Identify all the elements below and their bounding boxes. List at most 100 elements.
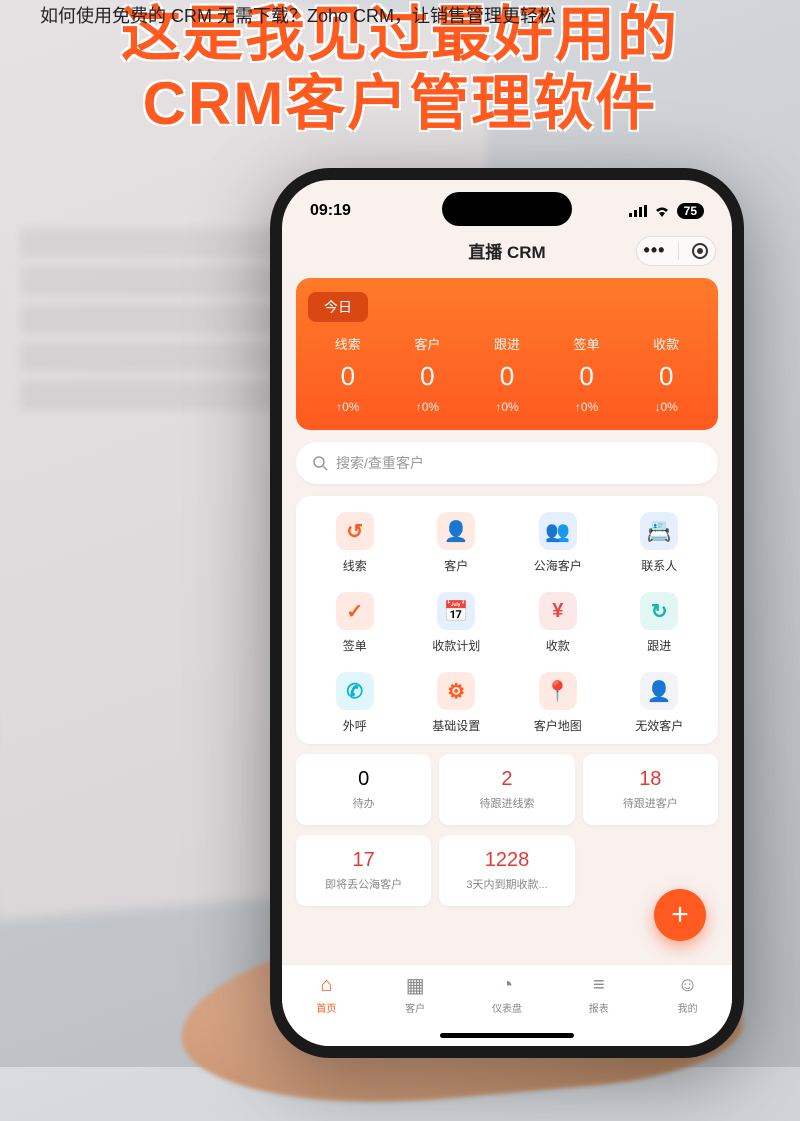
stat-column[interactable]: 签单 0 ↑0% [547,334,627,414]
home-indicator [440,1033,574,1038]
add-fab-button[interactable]: + [654,889,706,941]
feature-label: 无效客户 [635,717,683,734]
stat-label: 线索 [308,334,388,353]
feature-label: 基础设置 [432,717,480,734]
feature-icon: 📍 [539,672,577,710]
grid-item[interactable]: 👤 客户 [406,512,508,574]
feature-label: 收款计划 [432,637,480,654]
stat-label: 跟进 [467,334,547,353]
stat-value: 0 [547,361,627,392]
counter-card[interactable]: 0 待办 [296,754,431,825]
stat-column[interactable]: 线索 0 ↑0% [308,334,388,414]
grid-item[interactable]: ¥ 收款 [507,592,609,654]
grid-item[interactable]: ↺ 线索 [304,512,406,574]
stat-label: 收款 [626,334,706,353]
nav-icon: ◔ [495,973,519,997]
today-tab[interactable]: 今日 [308,292,368,322]
nav-label: 报表 [589,1000,609,1015]
app-title: 直播 CRM [468,238,545,263]
nav-icon: ≡ [587,973,611,997]
iphone-frame: 09:19 75 直播 CRM ••• 今日 线索 0 ↑0% 客户 0 ↑0%… [270,168,744,1058]
stat-value: 0 [388,361,468,392]
feature-icon: 👥 [539,512,577,550]
nav-item[interactable]: ☺ 我的 [676,973,700,1046]
search-placeholder: 搜索/查重客户 [336,453,424,473]
grid-item[interactable]: ↻ 跟进 [609,592,711,654]
counter-value: 18 [589,768,712,791]
counter-value: 17 [302,849,425,872]
counter-card[interactable]: 2 待跟进线索 [439,754,574,825]
nav-label: 仪表盘 [492,1000,522,1015]
stat-value: 0 [467,361,547,392]
nav-item[interactable]: ▦ 客户 [403,973,427,1046]
feature-icon: ✆ [336,672,374,710]
search-input[interactable]: 搜索/查重客户 [296,442,718,484]
feature-icon: ↻ [640,592,678,630]
wifi-icon [653,205,671,217]
counter-label: 即将丢公海客户 [302,876,425,892]
counter-value: 2 [445,768,568,791]
stat-value: 0 [626,361,706,392]
counter-label: 待办 [302,795,425,811]
stat-delta: ↑0% [467,400,547,414]
miniprogram-capsule[interactable]: ••• [636,236,716,266]
feature-label: 外呼 [343,717,367,734]
search-icon [312,455,328,471]
stat-column[interactable]: 跟进 0 ↑0% [467,334,547,414]
grid-item[interactable]: ✓ 签单 [304,592,406,654]
close-icon[interactable] [692,243,708,259]
today-dashboard-card: 今日 线索 0 ↑0% 客户 0 ↑0% 跟进 0 ↑0% 签单 0 ↑0% 收… [296,278,718,430]
article-caption: 如何使用免费的 CRM 无需下载？Zoho CRM，让销售管理更轻松 [40,2,556,28]
feature-label: 公海客户 [534,557,582,574]
feature-icon: 📅 [437,592,475,630]
counter-row-2: 17 即将丢公海客户 1228 3天内到期收款... [296,835,718,906]
feature-icon: 📇 [640,512,678,550]
grid-item[interactable]: 👤 无效客户 [609,672,711,734]
grid-item[interactable]: 📍 客户地图 [507,672,609,734]
feature-label: 线索 [343,557,367,574]
counter-label: 待跟进客户 [589,795,712,811]
stat-value: 0 [308,361,388,392]
stat-label: 签单 [547,334,627,353]
nav-label: 首页 [316,1000,336,1015]
more-icon[interactable]: ••• [644,247,666,254]
feature-label: 跟进 [647,637,671,654]
counter-card[interactable]: 1228 3天内到期收款... [439,835,574,906]
feature-icon: ⚙ [437,672,475,710]
counter-label: 3天内到期收款... [445,876,568,892]
grid-item[interactable]: 📇 联系人 [609,512,711,574]
stat-delta: ↓0% [626,400,706,414]
feature-icon: ↺ [336,512,374,550]
feature-grid: ↺ 线索 👤 客户 👥 公海客户 📇 联系人 ✓ 签单 📅 收款计划 ¥ 收款 … [296,496,718,744]
nav-icon: ▦ [403,973,427,997]
nav-item[interactable]: ≡ 报表 [587,973,611,1046]
feature-icon: 👤 [640,672,678,710]
stat-column[interactable]: 收款 0 ↓0% [626,334,706,414]
status-time: 09:19 [310,202,351,220]
feature-icon: ¥ [539,592,577,630]
stat-delta: ↑0% [308,400,388,414]
nav-icon: ⌂ [314,973,338,997]
grid-item[interactable]: 👥 公海客户 [507,512,609,574]
grid-item[interactable]: ⚙ 基础设置 [406,672,508,734]
stat-label: 客户 [388,334,468,353]
feature-label: 收款 [546,637,570,654]
counter-value: 1228 [445,849,568,872]
battery-indicator: 75 [677,203,704,219]
feature-icon: 👤 [437,512,475,550]
stat-column[interactable]: 客户 0 ↑0% [388,334,468,414]
feature-label: 签单 [343,637,367,654]
counter-value: 0 [302,768,425,791]
stat-delta: ↑0% [547,400,627,414]
grid-item[interactable]: 📅 收款计划 [406,592,508,654]
feature-icon: ✓ [336,592,374,630]
counter-row-1: 0 待办 2 待跟进线索 18 待跟进客户 [296,754,718,825]
grid-item[interactable]: ✆ 外呼 [304,672,406,734]
counter-label: 待跟进线索 [445,795,568,811]
counter-card[interactable]: 18 待跟进客户 [583,754,718,825]
feature-label: 客户 [444,557,468,574]
feature-label: 客户地图 [534,717,582,734]
counter-card[interactable]: 17 即将丢公海客户 [296,835,431,906]
nav-item[interactable]: ⌂ 首页 [314,973,338,1046]
nav-label: 客户 [405,1000,425,1015]
